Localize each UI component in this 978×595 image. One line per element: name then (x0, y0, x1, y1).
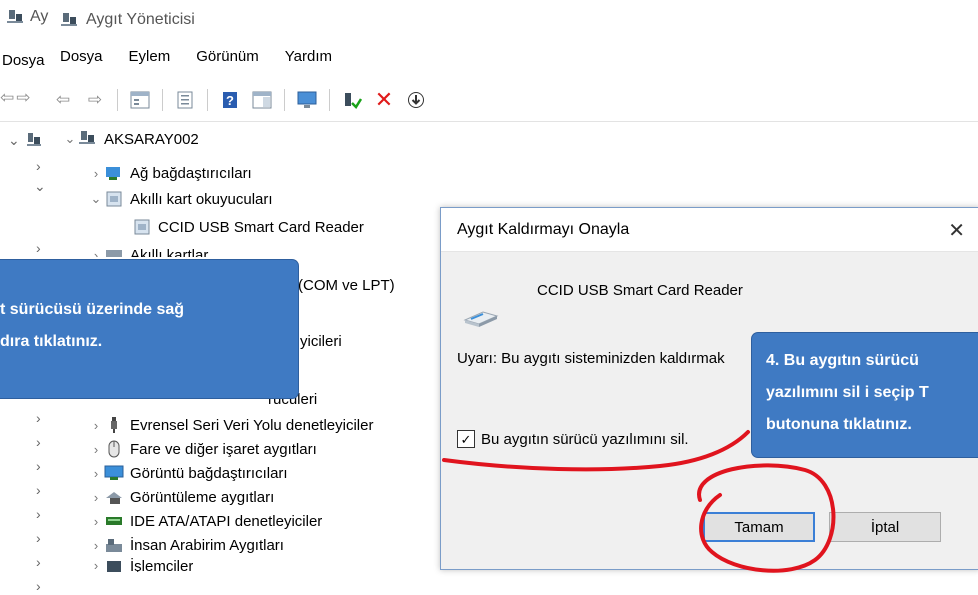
collapse-arrow-icon[interactable]: › (36, 578, 41, 594)
back-window-toolbar: ⇦ ⇨ (0, 88, 31, 108)
expand-arrow-icon[interactable]: ⌄ (8, 132, 20, 149)
close-icon[interactable]: ✕ (948, 218, 965, 243)
enable-device-icon[interactable] (339, 87, 365, 113)
computer-icon (78, 130, 98, 148)
delete-driver-checkbox[interactable]: ✓ (457, 430, 475, 448)
back-window-title: Ay (6, 8, 48, 26)
delete-driver-option[interactable]: ✓ Bu aygıtın sürücü yazılımını sil. (457, 430, 689, 448)
collapse-arrow-icon[interactable]: › (36, 458, 41, 474)
dialog-title-bar: Aygıt Kaldırmayı Onayla (441, 208, 978, 252)
properties-icon[interactable] (172, 87, 198, 113)
tree-item[interactable]: › İnsan Arabirim Aygıtları (88, 534, 284, 556)
collapse-arrow-icon[interactable]: › (88, 166, 104, 181)
toolbar-separator (284, 89, 285, 111)
cancel-button[interactable]: İptal (829, 512, 941, 542)
tree-root[interactable]: ⌄ AKSARAY002 (62, 128, 199, 150)
tree-item[interactable]: (COM ve LPT) (298, 274, 395, 296)
ok-button[interactable]: Tamam (703, 512, 815, 542)
expand-arrow-icon[interactable]: ⌄ (88, 191, 104, 207)
forward-arrow-icon[interactable]: ⇨ (82, 87, 108, 113)
smart-card-reader-icon (104, 190, 124, 208)
expand-arrow-icon[interactable]: ⌄ (62, 131, 78, 147)
expand-arrow-icon[interactable]: ⌄ (34, 178, 46, 195)
collapse-arrow-icon[interactable]: › (88, 490, 104, 505)
menu-action[interactable]: Eylem (129, 48, 171, 65)
menu-bar: Dosya Eylem Görünüm Yardım (60, 48, 332, 65)
svg-text:?: ? (226, 93, 234, 108)
menu-view[interactable]: Görünüm (196, 48, 259, 65)
collapse-arrow-icon[interactable]: › (88, 514, 104, 529)
camera-icon (104, 488, 124, 506)
toolbar-separator (329, 89, 330, 111)
toolbar-separator (117, 89, 118, 111)
network-adapter-icon (104, 164, 124, 182)
tree-item[interactable]: › Görüntüleme aygıtları (88, 486, 274, 508)
collapse-arrow-icon[interactable]: › (36, 482, 41, 498)
tree-item[interactable]: › IDE ATA/ATAPI denetleyiciler (88, 510, 322, 532)
help-icon[interactable]: ? (217, 87, 243, 113)
smart-card-reader-icon (132, 218, 152, 236)
ide-icon (104, 512, 124, 530)
computer-icon (26, 132, 42, 148)
toolbar-separator (162, 89, 163, 111)
tree-item[interactable]: › Ağ bağdaştırıcıları (88, 162, 252, 184)
show-hide-tree-icon[interactable] (127, 87, 153, 113)
toolbar-separator (207, 89, 208, 111)
collapse-arrow-icon[interactable]: › (36, 410, 41, 426)
tree-item[interactable]: › Evrensel Seri Veri Yolu denetleyiciler (88, 414, 374, 436)
monitor-icon[interactable] (294, 87, 320, 113)
tree-item[interactable]: ⌄ Akıllı kart okuyucuları (88, 188, 273, 210)
delete-icon[interactable]: ✕ (371, 87, 397, 113)
warning-text: Uyarı: Bu aygıtı sisteminizden kaldırmak (457, 350, 725, 367)
collapse-arrow-icon[interactable]: › (88, 466, 104, 481)
callout-left: t sürücüsü üzerinde sağ dıra tıklatınız. (0, 260, 298, 398)
collapse-arrow-icon[interactable]: › (88, 538, 104, 553)
menu-file[interactable]: Dosya (60, 48, 103, 65)
usb-icon (104, 416, 124, 434)
tree-item[interactable]: › Görüntü bağdaştırıcıları (88, 462, 288, 484)
collapse-arrow-icon[interactable]: › (36, 240, 41, 256)
mouse-icon (104, 440, 124, 458)
collapse-arrow-icon[interactable]: › (88, 418, 104, 433)
menu-help[interactable]: Yardım (285, 48, 332, 65)
toolbar: ⇦ ⇨ ? ✕ (50, 83, 978, 117)
computer-icon (6, 9, 24, 25)
processor-icon (104, 558, 124, 572)
toolbar-divider (0, 121, 978, 122)
tree-item-ccid-reader[interactable]: CCID USB Smart Card Reader (132, 216, 364, 238)
hid-icon (104, 536, 124, 554)
action-pane-icon[interactable] (249, 87, 275, 113)
window-title-bar: Aygıt Yöneticisi (60, 0, 195, 40)
callout-right: 4. Bu aygıtın sürücü yazılımını sil i se… (752, 333, 978, 457)
window-title: Aygıt Yöneticisi (86, 11, 195, 28)
back-arrow-icon[interactable]: ⇦ (0, 88, 14, 108)
tree-item[interactable]: yicileri (300, 330, 342, 352)
download-arrow-icon[interactable] (403, 87, 429, 113)
dialog-title: Aygıt Kaldırmayı Onayla (457, 220, 630, 238)
collapse-arrow-icon[interactable]: › (36, 434, 41, 450)
back-arrow-icon[interactable]: ⇦ (50, 87, 76, 113)
collapse-arrow-icon[interactable]: › (88, 558, 104, 572)
computer-icon (60, 12, 78, 28)
display-icon (104, 464, 124, 482)
delete-driver-label: Bu aygıtın sürücü yazılımını sil. (481, 430, 689, 448)
collapse-arrow-icon[interactable]: › (88, 442, 104, 457)
tree-item[interactable]: › İşlemciler (88, 558, 193, 572)
device-name: CCID USB Smart Card Reader (537, 282, 743, 299)
smart-card-reader-icon (461, 306, 501, 330)
back-window-menu[interactable]: Dosya (2, 52, 45, 69)
collapse-arrow-icon[interactable]: › (36, 506, 41, 522)
collapse-arrow-icon[interactable]: › (36, 158, 41, 174)
forward-arrow-icon[interactable]: ⇨ (16, 88, 30, 108)
tree-item[interactable]: › Fare ve diğer işaret aygıtları (88, 438, 317, 460)
collapse-arrow-icon[interactable]: › (36, 530, 41, 546)
collapse-arrow-icon[interactable]: › (36, 554, 41, 570)
